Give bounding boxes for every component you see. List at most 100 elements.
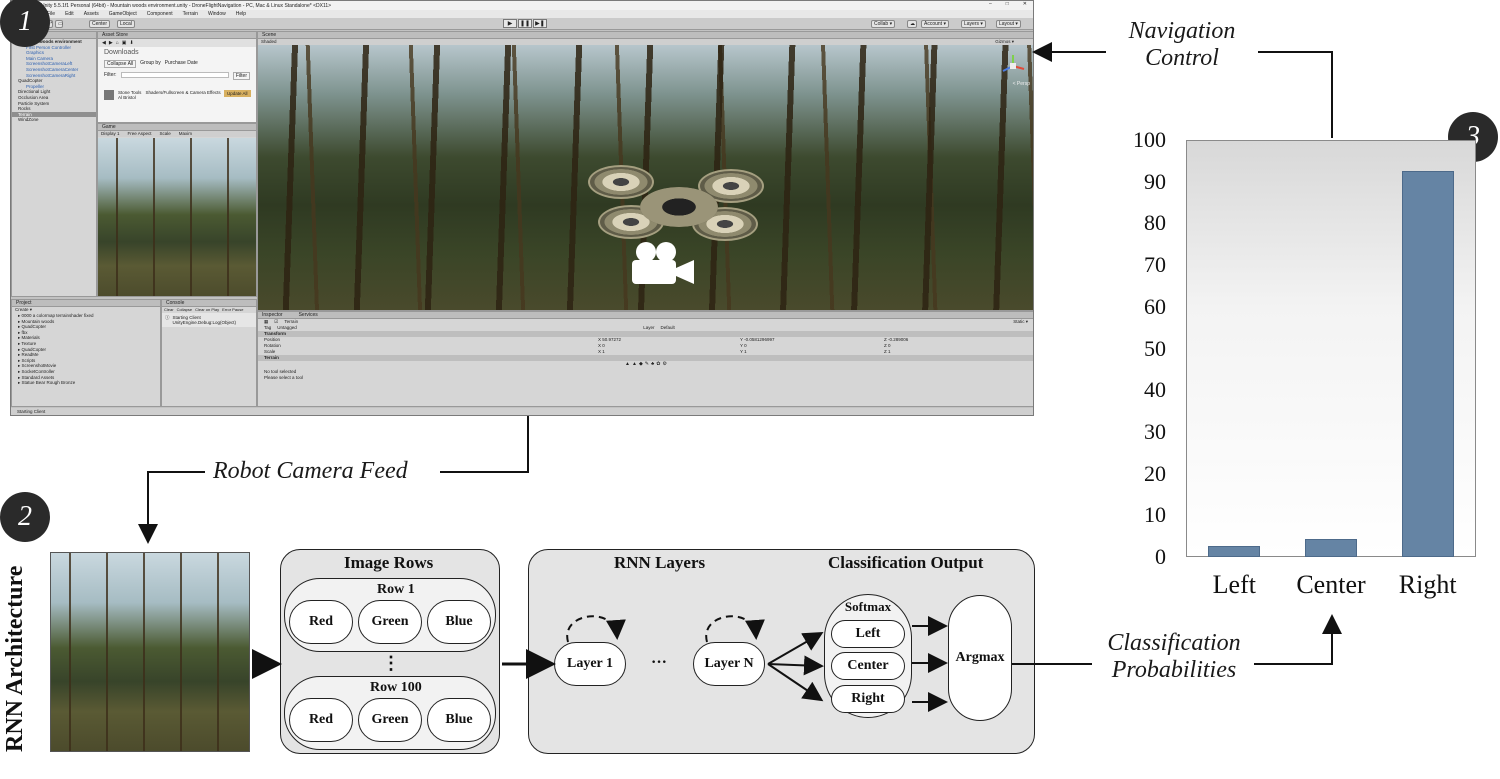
- persp-label[interactable]: < Persp: [1013, 81, 1030, 87]
- inspector-tab[interactable]: Inspector: [262, 312, 283, 318]
- scale-z-field[interactable]: Z 1: [884, 349, 891, 355]
- layout-button[interactable]: Layout ▾: [996, 20, 1021, 28]
- row-100-green: Green: [358, 698, 422, 742]
- rect-tool-icon[interactable]: ▭: [55, 20, 63, 28]
- menu-terrain[interactable]: Terrain: [183, 11, 198, 17]
- services-tab[interactable]: Services: [299, 312, 318, 318]
- paint-height-icon[interactable]: ▲: [632, 361, 637, 369]
- menu-edit[interactable]: Edit: [65, 11, 74, 17]
- paint-details-icon[interactable]: ✿: [656, 361, 660, 369]
- softmax-left: Left: [831, 620, 905, 648]
- status-bar: Starting Client: [11, 408, 1033, 415]
- tag-select[interactable]: Untagged: [277, 325, 637, 331]
- project-item[interactable]: ▸ Statue Bear Rough Bronze: [12, 380, 160, 386]
- classification-output-title: Classification Output: [828, 553, 984, 572]
- menu-assets[interactable]: Assets: [84, 11, 99, 17]
- camera-icon: [632, 242, 694, 284]
- pause-icon[interactable]: ❚❚: [518, 19, 532, 28]
- minimize-icon[interactable]: –: [989, 1, 992, 7]
- collapse-all-button[interactable]: Collapse All: [104, 60, 137, 68]
- purchase-date-select[interactable]: Purchase Date: [165, 60, 198, 68]
- y-tick-label: 30: [1144, 418, 1166, 444]
- step-badge-2: 2: [0, 492, 50, 542]
- x-category-label: Center: [1296, 570, 1366, 599]
- hierarchy-list: Mountain woods environment First Person C…: [12, 39, 96, 123]
- layer-1-node: Layer 1: [554, 642, 626, 686]
- filter-input[interactable]: [120, 72, 229, 78]
- classification-probabilities-line1: Classification: [1107, 630, 1241, 656]
- filter-label: Filter:: [104, 72, 117, 78]
- game-tab[interactable]: Game: [98, 124, 256, 131]
- scene-view-panel: Scene Shaded Gizmos ▾ < Persp: [257, 31, 1033, 311]
- close-icon[interactable]: ✕: [1023, 1, 1027, 7]
- back-icon[interactable]: ◀: [102, 40, 106, 46]
- play-icon[interactable]: ▶: [503, 19, 517, 28]
- menu-help[interactable]: Help: [236, 11, 246, 17]
- game-toolbar: Display 1 Free Aspect Scale Maxim: [98, 131, 256, 137]
- place-trees-icon[interactable]: ♣: [651, 361, 654, 369]
- asset-store-nav: ◀ ▶ ⌂ ▣ ⬇: [98, 39, 256, 47]
- camera-feed-connector: [440, 416, 529, 473]
- scene-gizmo-icon[interactable]: [1000, 53, 1026, 79]
- console-collapse-button[interactable]: Collapse: [177, 307, 193, 313]
- scale-y-field[interactable]: Y 1: [740, 349, 884, 355]
- x-category-label: Left: [1212, 570, 1256, 599]
- step-icon[interactable]: ▶❚: [533, 19, 547, 28]
- downloads-heading: Downloads: [104, 49, 139, 56]
- scale-x-field[interactable]: X 1: [598, 349, 740, 355]
- navigation-control-line1: Navigation: [1128, 18, 1236, 44]
- maximize-icon[interactable]: □: [1006, 1, 1009, 7]
- menu-component[interactable]: Component: [147, 11, 173, 17]
- asset-store-tab[interactable]: Asset Store: [98, 32, 256, 39]
- menu-bar: File Edit Assets GameObject Component Te…: [11, 10, 1033, 18]
- group-by-label: Group by: [140, 60, 161, 66]
- layer-select[interactable]: Default: [661, 325, 675, 331]
- filter-button[interactable]: Filter: [232, 72, 250, 80]
- asset-store-panel: Asset Store ◀ ▶ ⌂ ▣ ⬇ Downloads Collapse…: [97, 31, 257, 123]
- static-toggle[interactable]: Static ▾: [1013, 319, 1033, 325]
- rotor-front-left: [588, 165, 654, 199]
- forward-icon[interactable]: ▶: [109, 40, 113, 46]
- scene-viewport[interactable]: < Persp: [258, 45, 1033, 310]
- cloud-icon[interactable]: ☁: [907, 20, 917, 28]
- terrain-settings-icon[interactable]: ⚙: [662, 361, 666, 369]
- pivot-local-button[interactable]: Local: [117, 20, 135, 28]
- y-tick-label: 90: [1144, 168, 1166, 194]
- raise-terrain-icon[interactable]: ▲: [625, 361, 630, 369]
- y-tick-label: 70: [1144, 252, 1166, 278]
- console-tab[interactable]: Console: [162, 300, 256, 307]
- console-toolbar: Clear Collapse Clear on Play Error Pause: [162, 307, 256, 313]
- window-title: Unity 5.5.1f1 Personal (64bit) - Mountai…: [41, 2, 332, 9]
- console-log-entry[interactable]: ⓘ Starting Client UnityEngine.Debug:Log(…: [162, 313, 256, 327]
- hierarchy-item[interactable]: WindZone: [12, 117, 96, 123]
- menu-window[interactable]: Window: [208, 11, 226, 17]
- home-icon[interactable]: ⌂: [116, 40, 119, 46]
- pivot-center-button[interactable]: Center: [89, 20, 111, 28]
- paint-texture-icon[interactable]: ✎: [645, 361, 649, 369]
- cart-icon[interactable]: ▣: [122, 40, 127, 46]
- row-1-label: Row 1: [377, 582, 415, 597]
- collab-button[interactable]: Collab ▾: [871, 20, 896, 28]
- account-button[interactable]: Account ▾: [921, 20, 949, 28]
- scene-tab[interactable]: Scene: [258, 32, 1033, 39]
- clear-on-play-button[interactable]: Clear on Play: [195, 307, 219, 313]
- smooth-height-icon[interactable]: ◆: [639, 361, 643, 369]
- probabilities-to-chart-arrow: [1254, 614, 1342, 665]
- row-100-red: Red: [289, 698, 353, 742]
- game-viewport[interactable]: [98, 138, 256, 296]
- classification-probabilities-label: Classification Probabilities: [1094, 630, 1254, 684]
- maximize-on-play-button[interactable]: Maxim: [179, 131, 192, 137]
- bar-left: [1208, 546, 1261, 557]
- layers-button[interactable]: Layers ▾: [961, 20, 986, 28]
- update-all-button[interactable]: Update All: [224, 90, 251, 97]
- menu-gameobject[interactable]: GameObject: [109, 11, 137, 17]
- display-select[interactable]: Display 1: [101, 131, 120, 137]
- aspect-select[interactable]: Free Aspect: [128, 131, 152, 137]
- rnn-architecture-title: RNN Architecture: [2, 565, 28, 752]
- console-clear-button[interactable]: Clear: [164, 307, 174, 313]
- download-icon[interactable]: ⬇: [129, 40, 133, 46]
- error-pause-button[interactable]: Error Pause: [222, 307, 243, 313]
- navigation-control-line2: Control: [1145, 45, 1219, 71]
- log-stack: UnityEngine.Debug:Log(Object): [172, 320, 237, 325]
- project-tab[interactable]: Project: [12, 300, 160, 307]
